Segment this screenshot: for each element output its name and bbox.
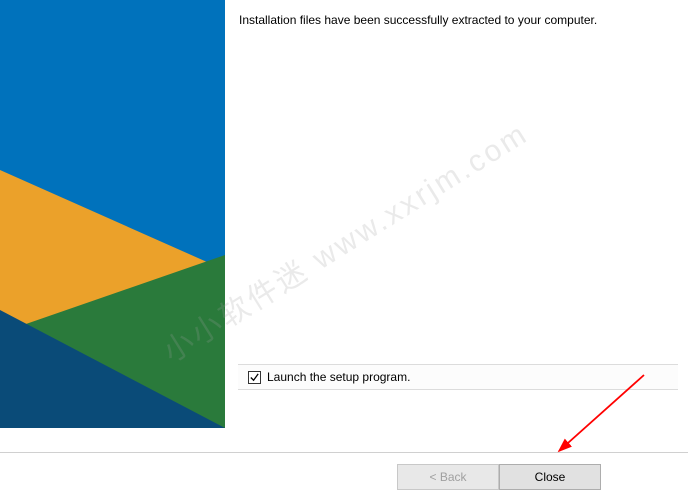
- button-bar: < Back Close: [0, 452, 688, 500]
- back-button: < Back: [397, 464, 499, 490]
- launch-checkbox-row[interactable]: Launch the setup program.: [238, 364, 678, 390]
- launch-checkbox-label: Launch the setup program.: [267, 370, 410, 384]
- close-button[interactable]: Close: [499, 464, 601, 490]
- launch-checkbox[interactable]: [248, 371, 261, 384]
- installer-sidebar-graphic: [0, 0, 225, 428]
- checkmark-icon: [249, 372, 260, 383]
- status-message: Installation files have been successfull…: [239, 12, 674, 29]
